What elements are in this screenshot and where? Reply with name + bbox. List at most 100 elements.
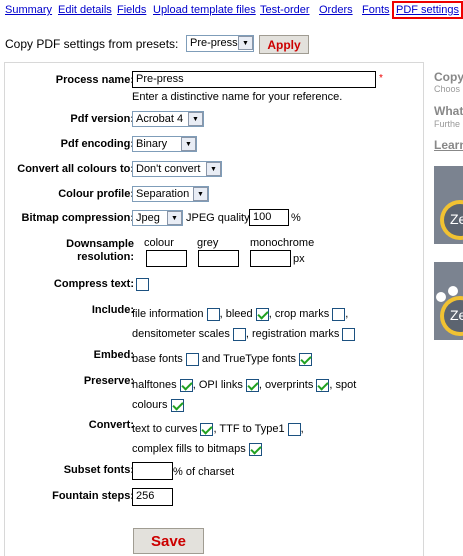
colour-profile-label: Colour profile: <box>58 188 134 200</box>
nav-fonts[interactable]: Fonts <box>362 4 390 16</box>
ttf-to-type1-label: , TTF to Type1 <box>213 423 285 435</box>
text-to-curves-checkbox[interactable] <box>200 422 214 436</box>
chevron-down-icon: ▼ <box>238 36 253 50</box>
compress-text-checkbox[interactable] <box>136 278 149 291</box>
bleed-label: , bleed <box>219 308 253 320</box>
spot-label: , spot <box>329 379 357 391</box>
compress-text-label: Compress text: <box>53 278 134 290</box>
registration-marks-checkbox[interactable] <box>342 327 356 341</box>
save-button[interactable]: Save <box>133 528 204 554</box>
ttf-to-type1-checkbox[interactable] <box>287 422 301 436</box>
top-navigation: Summary Edit details Fields Upload templ… <box>0 0 463 20</box>
downsample-label-2: resolution: <box>77 251 134 263</box>
include-label: Include: <box>91 304 134 316</box>
downsample-label: Downsample <box>66 238 134 250</box>
pdf-settings-form: Process name: Pre-press * Enter a distin… <box>4 62 424 556</box>
bitmap-compression-value: Jpeg <box>136 212 160 224</box>
pdf-version-select[interactable]: Acrobat 4 ▼ <box>132 111 204 127</box>
crop-marks-label: , crop marks <box>268 308 330 320</box>
densitometer-checkbox[interactable] <box>232 327 246 341</box>
registration-marks-label: , registration marks <box>245 328 340 340</box>
nav-upload-template-files[interactable]: Upload template files <box>153 4 256 16</box>
spot-colours-label: colours <box>132 399 168 411</box>
opi-links-label: , OPI links <box>192 379 243 391</box>
overprints-checkbox[interactable] <box>316 378 330 392</box>
downsample-grey-input[interactable] <box>198 250 239 267</box>
help-text-what: Furthe <box>434 119 461 129</box>
fountain-steps-input[interactable]: 256 <box>132 488 173 506</box>
jpeg-quality-unit: % <box>291 212 301 224</box>
convert-colours-label: Convert all colours to: <box>17 163 134 175</box>
colour-profile-value: Separation <box>136 188 190 200</box>
nav-summary[interactable]: Summary <box>5 4 52 16</box>
truetype-fonts-checkbox[interactable] <box>299 352 313 366</box>
process-name-hint: Enter a distinctive name for your refere… <box>132 91 343 103</box>
convert-label: Convert: <box>88 419 134 431</box>
nav-pdf-settings[interactable]: PDF settings <box>392 1 463 19</box>
template-thumbnail[interactable]: Ze <box>434 166 463 244</box>
halftones-checkbox[interactable] <box>179 378 193 392</box>
jpeg-quality-input[interactable]: 100 <box>249 209 289 226</box>
process-name-label: Process name: <box>55 74 134 86</box>
preset-label: Copy PDF settings from presets: <box>5 37 179 51</box>
bleed-checkbox[interactable] <box>255 307 269 321</box>
monochrome-column-label: monochrome <box>250 237 315 249</box>
nav-test-order[interactable]: Test-order <box>260 4 310 16</box>
chevron-down-icon: ▼ <box>193 187 208 201</box>
densitometer-label: densitometer scales <box>132 328 230 340</box>
jpeg-quality-label: JPEG quality <box>186 212 250 224</box>
required-marker: * <box>379 73 383 84</box>
pdf-version-value: Acrobat 4 <box>136 113 184 125</box>
text-to-curves-label: text to curves <box>132 423 198 435</box>
truetype-fonts-label: and TrueType fonts <box>201 353 297 365</box>
downsample-mono-input[interactable] <box>250 250 291 267</box>
subset-fonts-suffix: % of charset <box>173 466 235 478</box>
fountain-steps-label: Fountain steps: <box>52 490 134 502</box>
chevron-down-icon: ▼ <box>188 112 203 126</box>
chevron-down-icon: ▼ <box>206 162 221 176</box>
convert-comma: , <box>300 423 304 435</box>
template-thumbnail[interactable]: Ze <box>434 262 463 340</box>
complex-fills-checkbox[interactable] <box>248 442 262 456</box>
file-information-label: file information <box>132 308 204 320</box>
preset-select[interactable]: Pre-press ▼ <box>186 35 254 52</box>
file-information-checkbox[interactable] <box>206 307 220 321</box>
thumbnail-dot <box>436 292 446 302</box>
nav-edit-details[interactable]: Edit details <box>58 4 112 16</box>
downsample-colour-input[interactable] <box>146 250 187 267</box>
preserve-label: Preserve: <box>83 375 134 387</box>
process-name-input[interactable]: Pre-press <box>132 71 376 88</box>
downsample-unit: px <box>293 253 305 265</box>
chevron-down-icon: ▼ <box>181 137 196 151</box>
bitmap-compression-select[interactable]: Jpeg ▼ <box>132 210 183 226</box>
pdf-encoding-select[interactable]: Binary ▼ <box>132 136 197 152</box>
bitmap-compression-label: Bitmap compression: <box>21 212 134 224</box>
pdf-version-label: Pdf version: <box>70 113 134 125</box>
opi-links-checkbox[interactable] <box>245 378 259 392</box>
preset-bar: Copy PDF settings from presets: Pre-pres… <box>5 34 309 56</box>
grey-column-label: grey <box>197 237 219 249</box>
crop-marks-checkbox[interactable] <box>332 307 346 321</box>
embed-label: Embed: <box>93 349 134 361</box>
subset-fonts-input[interactable] <box>132 462 173 480</box>
pdf-encoding-value: Binary <box>136 138 168 150</box>
help-heading-copy: Copy <box>434 70 463 84</box>
convert-colours-value: Don't convert <box>136 163 201 175</box>
thumbnail-dot <box>448 286 458 296</box>
complex-fills-label: complex fills to bitmaps <box>132 443 246 455</box>
overprints-label: , overprints <box>258 379 314 391</box>
colour-profile-select[interactable]: Separation ▼ <box>132 186 209 202</box>
convert-colours-select[interactable]: Don't convert ▼ <box>132 161 222 177</box>
help-heading-what: What <box>434 104 463 118</box>
apply-button[interactable]: Apply <box>259 35 309 54</box>
help-link-learn[interactable]: Learn <box>434 138 463 152</box>
base-fonts-checkbox[interactable] <box>185 352 199 366</box>
nav-fields[interactable]: Fields <box>117 4 146 16</box>
nav-orders[interactable]: Orders <box>319 4 353 16</box>
spot-colours-checkbox[interactable] <box>170 398 184 412</box>
help-text-copy: Choos <box>434 84 461 94</box>
include-comma: , <box>345 308 349 320</box>
colour-column-label: colour <box>144 237 174 249</box>
chevron-down-icon: ▼ <box>167 211 182 225</box>
pdf-encoding-label: Pdf encoding: <box>60 138 134 150</box>
